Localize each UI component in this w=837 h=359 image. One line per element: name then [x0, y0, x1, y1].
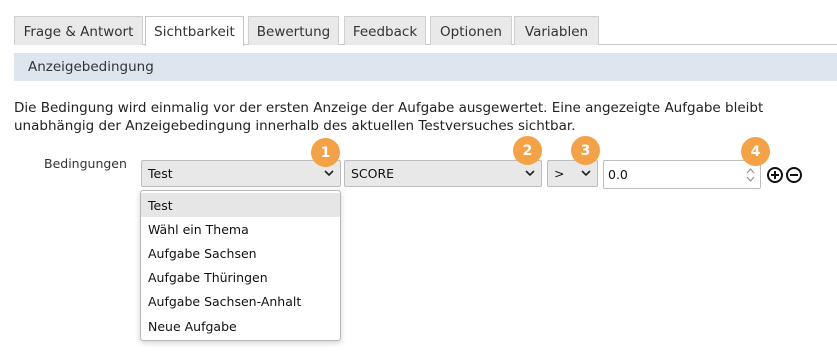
plus-circle-icon-stroke: [774, 171, 776, 179]
tab-sichtbarkeit[interactable]: Sichtbarkeit: [145, 16, 244, 46]
operator-select-value: >: [554, 166, 565, 181]
tab-frage-antwort[interactable]: Frage & Antwort: [14, 16, 143, 45]
dropdown-option[interactable]: Wähl ein Thema: [141, 217, 340, 241]
dropdown-option[interactable]: Neue Aufgabe: [141, 314, 340, 338]
tab-label: Frage & Antwort: [23, 23, 134, 40]
value-input[interactable]: 0.0: [603, 160, 761, 189]
tab-bewertung[interactable]: Bewertung: [248, 16, 339, 45]
tab-label: Optionen: [440, 23, 502, 40]
tab-variablen[interactable]: Variablen: [514, 16, 599, 45]
tab-label: Variablen: [524, 23, 589, 40]
callout-badge: 1: [311, 138, 340, 167]
value-input-text: 0.0: [608, 167, 628, 182]
source-select-value: Test: [148, 166, 173, 181]
tab-label: Feedback: [352, 23, 418, 40]
section-title: Anzeigebedingung: [28, 59, 154, 75]
dropdown-option[interactable]: Aufgabe Thüringen: [141, 266, 340, 290]
minus-circle-icon: [790, 174, 798, 176]
tab-optionen[interactable]: Optionen: [430, 16, 512, 45]
dropdown-option[interactable]: Aufgabe Sachsen: [141, 241, 340, 265]
tab-label: Bewertung: [256, 23, 331, 40]
section-header: Anzeigebedingung: [14, 53, 837, 81]
metric-select[interactable]: SCORE: [344, 160, 542, 187]
metric-select-value: SCORE: [351, 166, 395, 181]
dropdown-option[interactable]: Aufgabe Sachsen-Anhalt: [141, 290, 340, 314]
tab-label: Sichtbarkeit: [154, 24, 235, 40]
add-condition-button[interactable]: [767, 167, 783, 183]
chevron-down-icon: [525, 170, 535, 177]
remove-condition-button[interactable]: [786, 167, 802, 183]
tab-feedback[interactable]: Feedback: [344, 16, 426, 45]
tab-bar: Frage & Antwort Sichtbarkeit Bewertung F…: [14, 16, 837, 46]
callout-badge: 4: [741, 137, 770, 166]
source-dropdown-menu: Test Wähl ein Thema Aufgabe Sachsen Aufg…: [140, 190, 341, 341]
dropdown-option[interactable]: Test: [141, 193, 340, 218]
conditions-label: Bedingungen: [44, 156, 127, 171]
callout-badge: 2: [513, 136, 542, 165]
spin-arrows-icon[interactable]: [745, 166, 756, 184]
callout-badge: 3: [571, 136, 600, 165]
description-text: Die Bedingung wird einmalig vor der erst…: [14, 100, 764, 134]
source-select[interactable]: Test: [141, 160, 341, 187]
chevron-down-icon: [581, 170, 591, 177]
chevron-down-icon: [324, 170, 334, 177]
